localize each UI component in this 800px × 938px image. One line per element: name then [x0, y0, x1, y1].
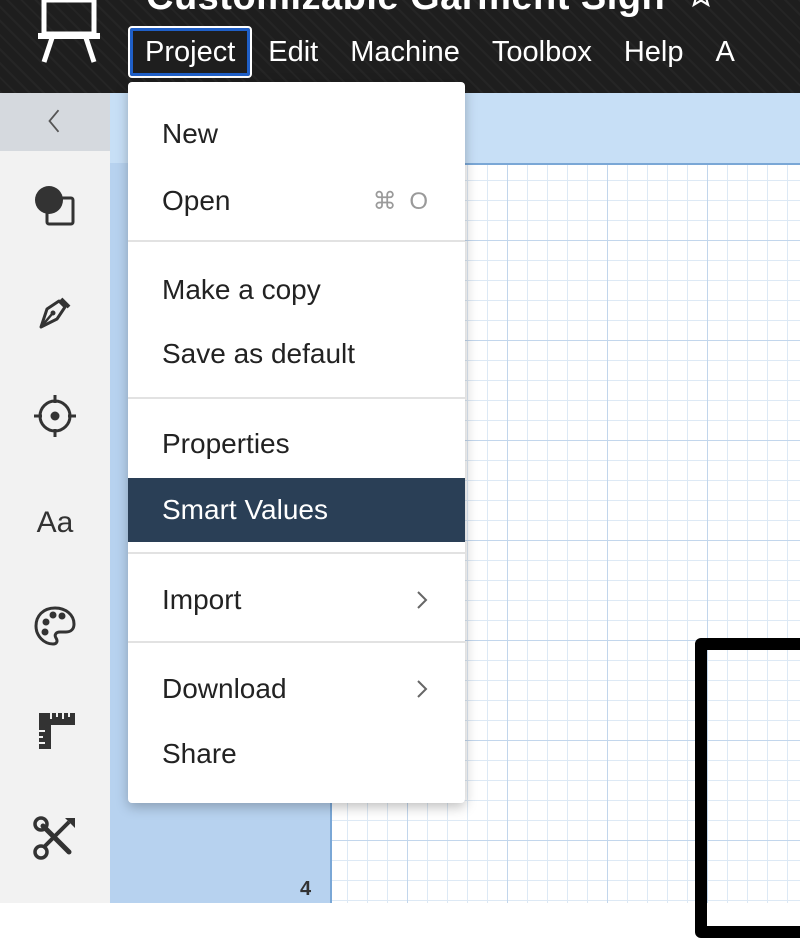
tool-shapes[interactable] [0, 166, 110, 246]
tools-icon [33, 816, 75, 860]
menu-divider [128, 552, 465, 554]
tool-pen[interactable] [0, 271, 110, 351]
menu-item-label: Make a copy [162, 274, 321, 305]
menu-item-label: Properties [162, 428, 290, 459]
menu-bar: Project Edit Machine Toolbox Help A [128, 26, 735, 78]
canvas-shape[interactable] [695, 638, 800, 938]
project-title[interactable]: Customizable Garment Sign [146, 0, 665, 19]
menu-divider [128, 240, 465, 242]
crosshair-icon [34, 395, 76, 437]
menu-item-label: Smart Values [162, 494, 328, 525]
menu-item-share[interactable]: Share [128, 722, 465, 786]
pen-icon [39, 297, 71, 329]
menu-item-download[interactable]: Download [128, 657, 465, 721]
chevron-right-icon [417, 591, 428, 609]
tool-settings[interactable] [0, 798, 110, 878]
easel-logo-icon[interactable] [34, 0, 104, 70]
menu-project[interactable]: Project [128, 26, 253, 78]
menu-item-label: New [162, 118, 219, 149]
text-icon: Aa [36, 506, 74, 539]
menu-item-open[interactable]: Open ⌘ O [128, 169, 465, 233]
left-toolbar: Aa [0, 93, 111, 903]
ruler-label: 4 [300, 878, 312, 900]
tool-palette[interactable] [0, 586, 110, 666]
chevron-right-icon [417, 680, 428, 698]
menu-item-new[interactable]: New [128, 102, 465, 166]
tool-ruler[interactable] [0, 691, 110, 771]
ruler-icon [39, 713, 75, 749]
shortcut-label: ⌘ O [372, 187, 431, 215]
menu-toolbox[interactable]: Toolbox [476, 26, 608, 78]
menu-item-make-copy[interactable]: Make a copy [128, 258, 465, 322]
tool-target[interactable] [0, 376, 110, 456]
shapes-icon [35, 186, 75, 226]
menu-item-label: Share [162, 738, 237, 769]
menu-item-label: Open [162, 185, 231, 216]
menu-item-label: Import [162, 584, 242, 615]
menu-divider [128, 641, 465, 643]
menu-item-import[interactable]: Import [128, 568, 465, 632]
menu-more[interactable]: A [700, 26, 735, 78]
menu-item-save-default[interactable]: Save as default [128, 322, 465, 386]
menu-item-smart-values[interactable]: Smart Values [128, 478, 465, 542]
project-menu-dropdown: New Open ⌘ O Make a copy Save as default… [128, 82, 465, 803]
tool-text[interactable]: Aa [0, 483, 110, 563]
star-icon[interactable] [688, 0, 714, 8]
menu-help[interactable]: Help [608, 26, 700, 78]
chevron-left-icon [48, 109, 60, 133]
menu-item-label: Save as default [162, 338, 356, 369]
top-bar: Customizable Garment Sign Project Edit M… [0, 0, 800, 93]
menu-item-properties[interactable]: Properties [128, 412, 465, 476]
menu-item-label: Download [162, 673, 287, 704]
menu-divider [128, 397, 465, 399]
collapse-sidebar-button[interactable] [0, 93, 110, 151]
menu-machine[interactable]: Machine [334, 26, 476, 78]
palette-icon [34, 606, 76, 646]
menu-edit[interactable]: Edit [252, 26, 334, 78]
